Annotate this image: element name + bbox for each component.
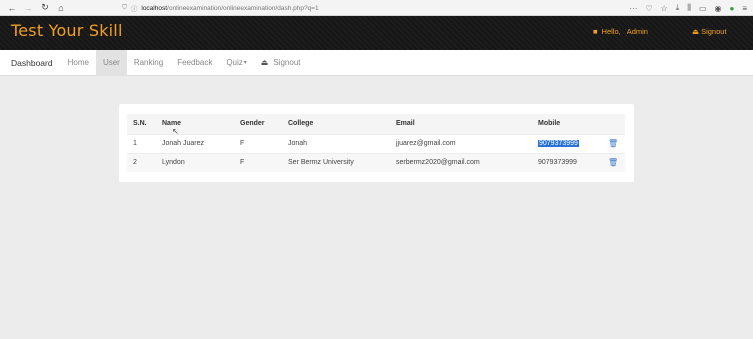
cell-sn: 2: [127, 152, 156, 172]
cell-college: Ser Bermz University: [282, 152, 390, 172]
selected-mobile-text: 9079373999: [538, 140, 579, 147]
cell-name: Jonah Juarez: [156, 133, 234, 153]
col-header-sn: S.N.: [127, 114, 156, 134]
app-header: Test Your Skill ■ Hello, Admin ⏏ Signout: [0, 16, 753, 50]
trash-icon[interactable]: 🗑: [608, 139, 618, 148]
cell-gender: F: [234, 152, 282, 172]
user-icon: ■: [593, 27, 598, 36]
nav-signout-label: Signout: [273, 58, 301, 67]
url-text: localhost/onlineexamination/onlineexamin…: [141, 4, 319, 12]
trash-icon[interactable]: 🗑: [608, 158, 618, 167]
mouse-cursor-icon: ↖: [172, 127, 179, 136]
caret-down-icon: ▾: [243, 60, 247, 66]
shield-icon: ⛉: [122, 4, 127, 11]
users-table: S.N. Name Gender College Email Mobile 1 …: [127, 114, 625, 172]
extension-icon[interactable]: ●: [729, 4, 734, 13]
header-signout-link[interactable]: ⏏ Signout: [692, 27, 727, 36]
col-header-college: College: [282, 114, 390, 134]
cell-action: 🗑: [602, 152, 625, 172]
brand-title[interactable]: Test Your Skill: [11, 21, 123, 40]
nav-feedback[interactable]: Feedback: [170, 50, 219, 76]
more-icon[interactable]: ···: [629, 4, 637, 13]
logout-icon: ⏏: [692, 27, 700, 36]
download-icon[interactable]: ⤓: [676, 3, 680, 13]
nav-ranking[interactable]: Ranking: [127, 50, 170, 76]
pocket-icon[interactable]: ♡: [645, 4, 652, 13]
library-icon[interactable]: ⫼: [687, 3, 691, 13]
user-name: Admin: [626, 27, 648, 36]
home-icon[interactable]: ⌂: [53, 3, 69, 13]
table-row: 2 Lyndon F Ser Bermz University serbermz…: [127, 152, 625, 172]
col-header-mobile: Mobile: [532, 114, 602, 134]
greeting-text: Hello,: [601, 27, 621, 36]
nav-home[interactable]: Home: [61, 50, 96, 76]
cell-name: Lyndon: [156, 152, 234, 172]
col-header-name: Name: [156, 114, 234, 134]
account-icon[interactable]: ◉: [715, 4, 722, 13]
user-greeting[interactable]: ■ Hello, Admin: [593, 27, 648, 36]
cell-mobile: 9079373999: [532, 152, 602, 172]
info-icon: ⓘ: [130, 6, 138, 13]
table-header-row: S.N. Name Gender College Email Mobile: [127, 114, 625, 134]
bookmark-star-icon[interactable]: ☆: [661, 4, 668, 13]
nav-quiz-dropdown[interactable]: Quiz ▾: [219, 50, 253, 76]
col-header-gender: Gender: [234, 114, 282, 134]
users-card: S.N. Name Gender College Email Mobile 1 …: [119, 104, 634, 182]
menu-icon[interactable]: ≡: [742, 4, 747, 13]
browser-toolbar: ← → ↻ ⌂ ⛉ ⓘ localhost/onlineexamination/…: [0, 0, 753, 16]
cell-mobile: 9079373999: [532, 133, 602, 153]
cell-gender: F: [234, 133, 282, 153]
col-header-email: Email: [390, 114, 532, 134]
cell-email: jjuarez@gmail.com: [390, 133, 532, 153]
cell-action: 🗑: [602, 133, 625, 153]
nav-dashboard[interactable]: Dashboard: [0, 50, 61, 76]
nav-user[interactable]: User: [95, 49, 127, 76]
sidebar-icon[interactable]: ▭: [699, 4, 707, 13]
back-icon[interactable]: ←: [4, 3, 20, 13]
cell-college: Jonah: [282, 133, 390, 153]
header-signout-label: Signout: [701, 27, 727, 36]
col-header-action: [602, 114, 625, 134]
cell-sn: 1: [127, 133, 156, 153]
logout-icon: ⏏: [260, 58, 269, 67]
reload-icon[interactable]: ↻: [37, 2, 53, 13]
address-bar[interactable]: ⛉ ⓘ localhost/onlineexamination/onlineex…: [122, 2, 552, 14]
nav-signout[interactable]: ⏏ Signout: [254, 50, 308, 76]
main-nav: Dashboard Home User Ranking Feedback Qui…: [0, 49, 753, 76]
nav-quiz-label: Quiz: [226, 58, 243, 67]
forward-icon[interactable]: →: [20, 3, 36, 13]
cell-email: serbermz2020@gmail.com: [390, 152, 532, 172]
table-row: 1 Jonah Juarez F Jonah jjuarez@gmail.com…: [127, 133, 625, 153]
